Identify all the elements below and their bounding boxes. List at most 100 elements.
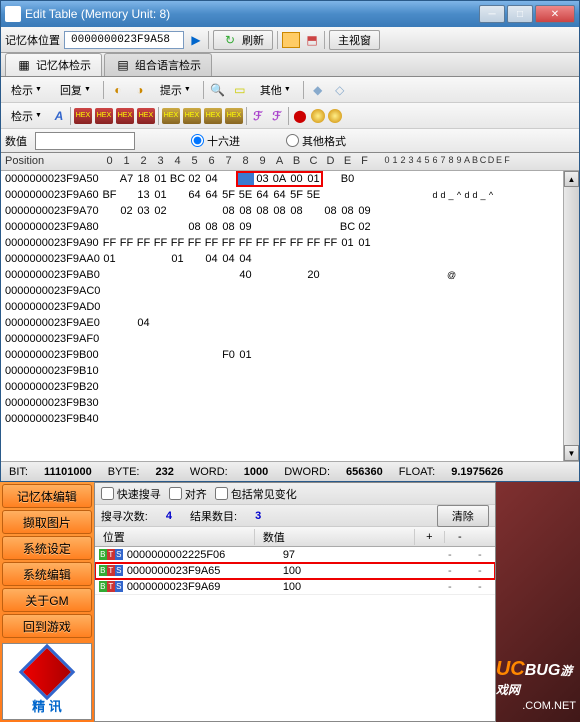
hex-byte[interactable] — [339, 369, 356, 373]
hex-icon-7[interactable]: HEX — [204, 108, 222, 124]
misc-icon-1[interactable]: ◆ — [310, 82, 326, 98]
hex-byte[interactable] — [322, 417, 339, 421]
hex-byte[interactable]: FF — [237, 235, 254, 251]
radio-other[interactable]: 其他格式 — [286, 133, 346, 149]
tool-icon-1[interactable] — [282, 32, 300, 48]
hex-byte[interactable] — [271, 219, 288, 235]
hex-byte[interactable] — [237, 337, 254, 341]
hex-byte[interactable] — [186, 315, 203, 331]
hex-byte[interactable]: FF — [186, 235, 203, 251]
hex-byte[interactable] — [305, 315, 322, 331]
hex-byte[interactable] — [356, 401, 373, 405]
hex-byte[interactable]: 01 — [305, 171, 322, 187]
hex-byte[interactable] — [288, 315, 305, 331]
hex-byte[interactable] — [220, 171, 237, 187]
hex-byte[interactable] — [101, 267, 118, 283]
hex-byte[interactable]: 03 — [135, 203, 152, 219]
hex-byte[interactable] — [152, 305, 169, 309]
hex-byte[interactable] — [186, 347, 203, 363]
hex-byte[interactable] — [322, 187, 339, 203]
hex-byte[interactable] — [288, 401, 305, 405]
sidebar-sys-settings[interactable]: 系统设定 — [2, 536, 92, 560]
hex-byte[interactable] — [169, 267, 186, 283]
hex-byte[interactable]: 20 — [305, 267, 322, 283]
hex-byte[interactable] — [356, 251, 373, 267]
hex-byte[interactable]: 02 — [186, 171, 203, 187]
hex-byte[interactable]: 08 — [237, 203, 254, 219]
hex-byte[interactable] — [288, 267, 305, 283]
hex-byte[interactable] — [305, 347, 322, 363]
hex-byte[interactable] — [186, 337, 203, 341]
hex-byte[interactable] — [169, 289, 186, 293]
hex-row[interactable]: 0000000023F9A90FFFFFFFFFFFFFFFFFFFFFFFFF… — [1, 235, 579, 251]
hex-byte[interactable] — [152, 315, 169, 331]
hex-row[interactable]: 0000000023F9AD0................ — [1, 299, 579, 315]
result-plus[interactable]: - — [435, 581, 465, 593]
hex-byte[interactable] — [135, 347, 152, 363]
hex-byte[interactable] — [203, 401, 220, 405]
font-icon[interactable]: A — [51, 108, 67, 124]
hex-icon-5[interactable]: HEX — [162, 108, 180, 124]
hex-byte[interactable] — [339, 417, 356, 421]
result-minus[interactable]: - — [465, 565, 495, 577]
hex-byte[interactable] — [101, 401, 118, 405]
hex-byte[interactable] — [220, 417, 237, 421]
hex-byte[interactable] — [203, 315, 220, 331]
hex-byte[interactable] — [135, 289, 152, 293]
refresh-button[interactable]: ↻刷新 — [213, 30, 273, 50]
hex-byte[interactable] — [220, 315, 237, 331]
hex-byte[interactable] — [152, 401, 169, 405]
hex-byte[interactable]: 01 — [152, 187, 169, 203]
hex-byte[interactable] — [237, 289, 254, 293]
misc-icon-2[interactable]: ◇ — [332, 82, 348, 98]
hex-byte[interactable] — [220, 267, 237, 283]
hex-byte[interactable]: 01 — [356, 235, 373, 251]
hex-byte[interactable] — [135, 267, 152, 283]
hex-byte[interactable] — [101, 203, 118, 219]
hex-byte[interactable]: FF — [118, 235, 135, 251]
hex-byte[interactable] — [271, 315, 288, 331]
hex-byte[interactable] — [152, 347, 169, 363]
hex-byte[interactable] — [101, 315, 118, 331]
hex-row[interactable]: 0000000023F9A700203020808080808080809...… — [1, 203, 579, 219]
hex-byte[interactable] — [305, 369, 322, 373]
hex-byte[interactable] — [203, 417, 220, 421]
hex-byte[interactable] — [186, 385, 203, 389]
hex-byte[interactable] — [186, 203, 203, 219]
hex-byte[interactable] — [356, 417, 373, 421]
titlebar[interactable]: Edit Table (Memory Unit: 8) ─ □ ✕ — [1, 1, 579, 27]
hex-row[interactable]: 0000000023F9AF0................ — [1, 331, 579, 347]
hex-byte[interactable]: 08 — [288, 203, 305, 219]
hex-byte[interactable]: F0 — [220, 347, 237, 363]
hex-row[interactable]: 0000000023F9B00F001................ — [1, 347, 579, 363]
hex-byte[interactable] — [254, 267, 271, 283]
hex-byte[interactable]: 04 — [203, 171, 220, 187]
hex-byte[interactable] — [305, 251, 322, 267]
hex-row[interactable]: 0000000023F9AE004................ — [1, 315, 579, 331]
hex-icon-4[interactable]: HEX — [137, 108, 155, 124]
hex-byte[interactable] — [118, 219, 135, 235]
hex-byte[interactable]: 01 — [169, 251, 186, 267]
hex-byte[interactable]: 03 — [254, 171, 271, 187]
hex-byte[interactable] — [288, 337, 305, 341]
hex-byte[interactable] — [271, 337, 288, 341]
hex-row[interactable]: 0000000023F9B30................ — [1, 395, 579, 411]
hex-byte[interactable] — [152, 337, 169, 341]
hex-byte[interactable] — [152, 219, 169, 235]
hex-byte[interactable]: 04 — [220, 251, 237, 267]
chk-fast-search[interactable]: 快速搜寻 — [101, 486, 161, 502]
hex-byte[interactable]: 64 — [186, 187, 203, 203]
hex-scrollbar[interactable]: ▲ ▼ — [563, 171, 579, 461]
tab-asm-view[interactable]: ▤组合语言检示 — [104, 53, 212, 76]
hex-byte[interactable] — [271, 385, 288, 389]
hint-menu[interactable]: 提示▼ — [154, 80, 197, 100]
hex-byte[interactable]: BC — [339, 219, 356, 235]
hex-byte[interactable]: 08 — [322, 203, 339, 219]
hex-byte[interactable] — [254, 219, 271, 235]
view2-menu[interactable]: 检示▼ — [5, 106, 48, 126]
hex-byte[interactable] — [288, 385, 305, 389]
hex-byte[interactable] — [118, 187, 135, 203]
hex-byte[interactable] — [356, 187, 373, 203]
hdr-minus[interactable]: - — [445, 531, 475, 543]
tab-memory-view[interactable]: ▦记忆体检示 — [5, 53, 102, 76]
